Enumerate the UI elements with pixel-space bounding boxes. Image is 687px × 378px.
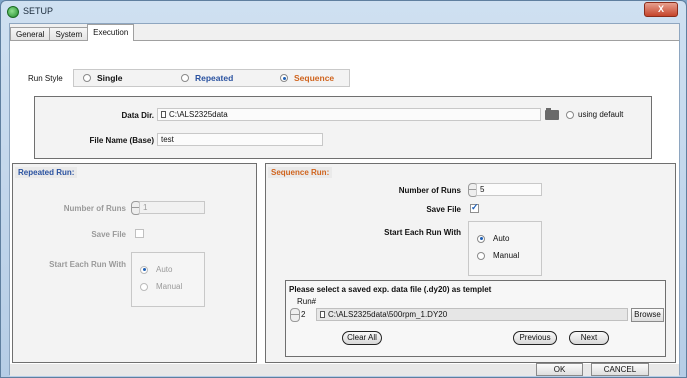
sequence-number-of-runs-label: Number of Runs <box>398 186 461 195</box>
clear-all-button[interactable]: Clear All <box>342 331 382 345</box>
execution-panel: Run Style Single Repeated Sequence Data … <box>10 40 679 364</box>
repeated-radio[interactable] <box>181 74 189 82</box>
repeated-start-group: Auto Manual <box>131 252 205 307</box>
sequence-auto-label: Auto <box>493 234 510 243</box>
repeated-number-of-runs-label: Number of Runs <box>63 204 126 213</box>
repeated-start-each-label: Start Each Run With <box>49 260 126 269</box>
data-dir-field[interactable]: C:\ALS2325data <box>157 108 541 121</box>
using-default-label: using default <box>578 110 624 119</box>
dialog-client: General System Execution Run Style Singl… <box>9 23 680 376</box>
title-bar[interactable]: SETUP X <box>1 1 686 23</box>
template-heading: Please select a saved exp. data file (.d… <box>289 285 492 294</box>
run-style-label: Run Style <box>28 74 63 83</box>
previous-button[interactable]: Previous <box>513 331 557 345</box>
data-dir-label: Data Dir. <box>121 111 154 120</box>
template-file-icon <box>320 311 325 318</box>
sequence-save-file-checkbox[interactable] <box>470 202 479 213</box>
file-name-label: File Name (Base) <box>89 136 154 145</box>
repeated-manual-radio[interactable] <box>140 282 148 291</box>
sequence-manual-label: Manual <box>493 251 520 260</box>
file-icon <box>161 111 166 118</box>
sequence-label: Sequence <box>294 73 335 83</box>
sequence-auto-radio[interactable] <box>477 234 485 243</box>
sequence-runs-field[interactable]: 5 <box>476 183 542 196</box>
close-button[interactable]: X <box>644 2 678 17</box>
sequence-radio[interactable] <box>280 74 288 82</box>
repeated-save-file-checkbox[interactable] <box>135 229 144 238</box>
run-number-label: Run# <box>297 297 317 306</box>
window-title: SETUP <box>23 6 54 16</box>
next-button[interactable]: Next <box>569 331 609 345</box>
single-radio[interactable] <box>83 74 91 82</box>
sequence-save-file-label: Save File <box>426 205 461 214</box>
repeated-run-box: Repeated Run: Number of Runs 1 Save File… <box>12 163 257 363</box>
template-file-field[interactable]: C:\ALS2325data\500rpm_1.DY20 <box>316 308 628 321</box>
repeated-manual-label: Manual <box>156 282 183 291</box>
template-file-path: C:\ALS2325data\500rpm_1.DY20 <box>328 310 448 319</box>
repeated-runs-field[interactable]: 1 <box>139 201 205 214</box>
browse-button[interactable]: Browse <box>631 308 664 322</box>
run-number-spinner[interactable] <box>290 308 300 322</box>
tab-general[interactable]: General <box>10 27 51 41</box>
sequence-manual-radio[interactable] <box>477 251 485 260</box>
repeated-manual-option[interactable]: Manual <box>140 282 182 291</box>
tab-strip: General System Execution <box>10 24 135 41</box>
repeated-label: Repeated <box>195 73 234 83</box>
single-label: Single <box>97 73 123 83</box>
run-style-repeated[interactable]: Repeated <box>181 73 233 83</box>
repeated-auto-label: Auto <box>156 265 173 274</box>
repeated-runs-spinner[interactable] <box>131 201 141 215</box>
repeated-run-title: Repeated Run: <box>15 167 78 178</box>
setup-window: SETUP X General System Execution Run Sty… <box>0 0 687 378</box>
cancel-button[interactable]: CANCEL <box>591 363 649 376</box>
run-style-single[interactable]: Single <box>83 73 123 83</box>
sequence-start-each-label: Start Each Run With <box>384 228 461 237</box>
repeated-save-file-label: Save File <box>91 230 126 239</box>
sequence-manual-option[interactable]: Manual <box>477 251 519 260</box>
button-bar: OK CANCEL <box>10 363 679 376</box>
using-default-option[interactable]: using default <box>566 110 623 119</box>
sequence-run-box: Sequence Run: Number of Runs 5 Save File… <box>265 163 676 363</box>
run-number-value[interactable]: 2 <box>301 310 305 319</box>
sequence-start-group: Auto Manual <box>468 221 542 276</box>
tab-execution[interactable]: Execution <box>87 24 135 41</box>
app-icon <box>7 6 19 18</box>
tab-system[interactable]: System <box>49 27 89 41</box>
sequence-run-title: Sequence Run: <box>268 167 333 178</box>
sequence-auto-option[interactable]: Auto <box>477 234 509 243</box>
folder-icon[interactable] <box>545 108 559 120</box>
repeated-auto-radio[interactable] <box>140 265 148 274</box>
using-default-radio[interactable] <box>566 110 574 119</box>
run-style-group: Single Repeated Sequence <box>73 69 350 87</box>
data-dir-box: Data Dir. C:\ALS2325data using default F… <box>34 96 652 159</box>
file-name-field[interactable]: test <box>157 133 323 146</box>
template-box: Please select a saved exp. data file (.d… <box>285 280 666 357</box>
ok-button[interactable]: OK <box>536 363 583 376</box>
sequence-runs-spinner[interactable] <box>468 183 478 197</box>
repeated-auto-option[interactable]: Auto <box>140 265 172 274</box>
data-dir-value: C:\ALS2325data <box>169 110 228 119</box>
run-style-sequence[interactable]: Sequence <box>280 73 334 83</box>
